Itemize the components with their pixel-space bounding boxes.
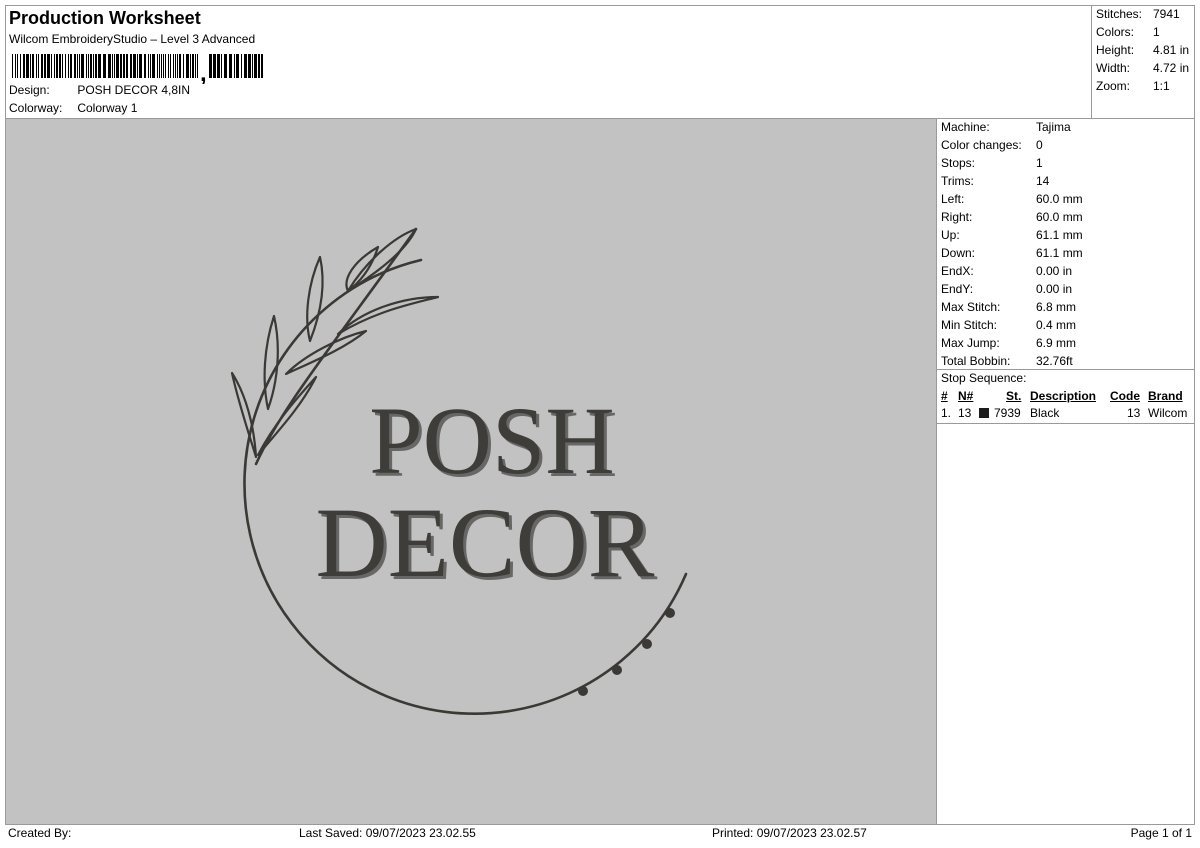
leaf: [256, 375, 318, 457]
info-row-up: Up: 61.1 mm: [941, 228, 1083, 242]
stop-num: 1.: [941, 406, 952, 420]
panel-divider: [936, 118, 937, 824]
design-label: Design:: [9, 83, 50, 97]
stop-sequence-row: 1. 13 7939 Black 13 Wilcom: [941, 406, 1193, 422]
colorway-value: Colorway 1: [77, 101, 138, 115]
info-row-stops: Stops: 1: [941, 156, 1043, 170]
stop-stitches: 7939: [994, 406, 1021, 420]
info-row-endy: EndY: 0.00 in: [941, 282, 1073, 296]
header-divider: [1091, 5, 1092, 118]
embroidery-design: POSH POSH DECOR DECOR: [230, 227, 688, 715]
stop-description: Black: [1030, 406, 1060, 420]
col-header-brand: Brand: [1148, 389, 1183, 403]
col-header-code: Code: [1110, 389, 1140, 403]
info-row-left: Left: 60.0 mm: [941, 192, 1083, 206]
summary-row-colors: Colors: 1: [1096, 25, 1160, 39]
design-text-line2: DECOR: [316, 487, 655, 598]
design-preview-canvas: POSH POSH DECOR DECOR: [6, 119, 936, 824]
summary-row-height: Height: 4.81 in: [1096, 43, 1190, 57]
thread-color-swatch: [979, 408, 989, 418]
col-header-description: Description: [1030, 389, 1097, 403]
info-row-machine: Machine: Tajima: [941, 120, 1071, 134]
stop-sequence-rule: [937, 369, 1195, 370]
last-saved: Last Saved: 09/07/2023 23.02.55: [299, 826, 476, 840]
summary-row-width: Width: 4.72 in: [1096, 61, 1190, 75]
stop-sequence-bottom-rule: [937, 423, 1195, 424]
stop-sequence-header: # N# St. Description Code Brand: [941, 389, 1193, 405]
worksheet-footer: Created By: Last Saved: 09/07/2023 23.02…: [5, 825, 1195, 843]
leaf: [306, 255, 324, 343]
summary-panel: Stitches: 7941 Colors: 1 Height: 4.81 in Wi…: [1096, 5, 1194, 95]
design-row: Design: POSH DECOR 4,8IN: [9, 83, 190, 97]
page-title: Production Worksheet: [9, 8, 201, 28]
leaf: [263, 314, 279, 411]
info-row-total-bobbin: Total Bobbin: 32.76ft: [941, 354, 1073, 368]
software-name: Wilcom EmbroideryStudio – Level 3 Advanc…: [9, 32, 256, 46]
summary-row-stitches: Stitches: 7941: [1096, 7, 1180, 21]
info-row-trims: Trims: 14: [941, 174, 1050, 188]
svg-text:,: ,: [200, 60, 207, 84]
info-row-right: Right: 60.0 mm: [941, 210, 1083, 224]
stop-needle: 13: [958, 406, 972, 420]
colorway-row: Colorway: Colorway 1: [9, 101, 137, 115]
summary-row-zoom: Zoom: 1:1: [1096, 79, 1170, 93]
col-header-num: #: [941, 389, 948, 403]
barcode-image: ,: [12, 54, 263, 84]
stop-brand: Wilcom: [1148, 406, 1188, 420]
design-value: POSH DECOR 4,8IN: [77, 83, 191, 97]
info-row-min-stitch: Min Stitch: 0.4 mm: [941, 318, 1077, 332]
leaf: [230, 371, 258, 459]
col-header-n: N#: [958, 389, 974, 403]
info-row-down: Down: 61.1 mm: [941, 246, 1083, 260]
info-row-color-changes: Color changes: 0: [941, 138, 1043, 152]
design-text-line1: POSH: [369, 387, 614, 494]
info-row-max-stitch: Max Stitch: 6.8 mm: [941, 300, 1077, 314]
created-by: Created By:: [8, 826, 72, 840]
colorway-label: Colorway:: [9, 101, 63, 115]
printed-date: Printed: 09/07/2023 23.02.57: [712, 826, 867, 840]
worksheet-header: Production Worksheet Wilcom EmbroiderySt…: [5, 5, 1092, 118]
machine-info-panel: Machine: Tajima Color changes: 0 Stops: 1 T…: [941, 118, 1194, 370]
stop-code: 13: [1127, 406, 1141, 420]
col-header-st: St.: [1006, 389, 1022, 403]
page-number: Page 1 of 1: [1130, 826, 1192, 840]
info-row-max-jump: Max Jump: 6.9 mm: [941, 336, 1077, 350]
stop-sequence-title: Stop Sequence:: [941, 371, 1027, 385]
info-row-endx: EndX: 0.00 in: [941, 264, 1073, 278]
